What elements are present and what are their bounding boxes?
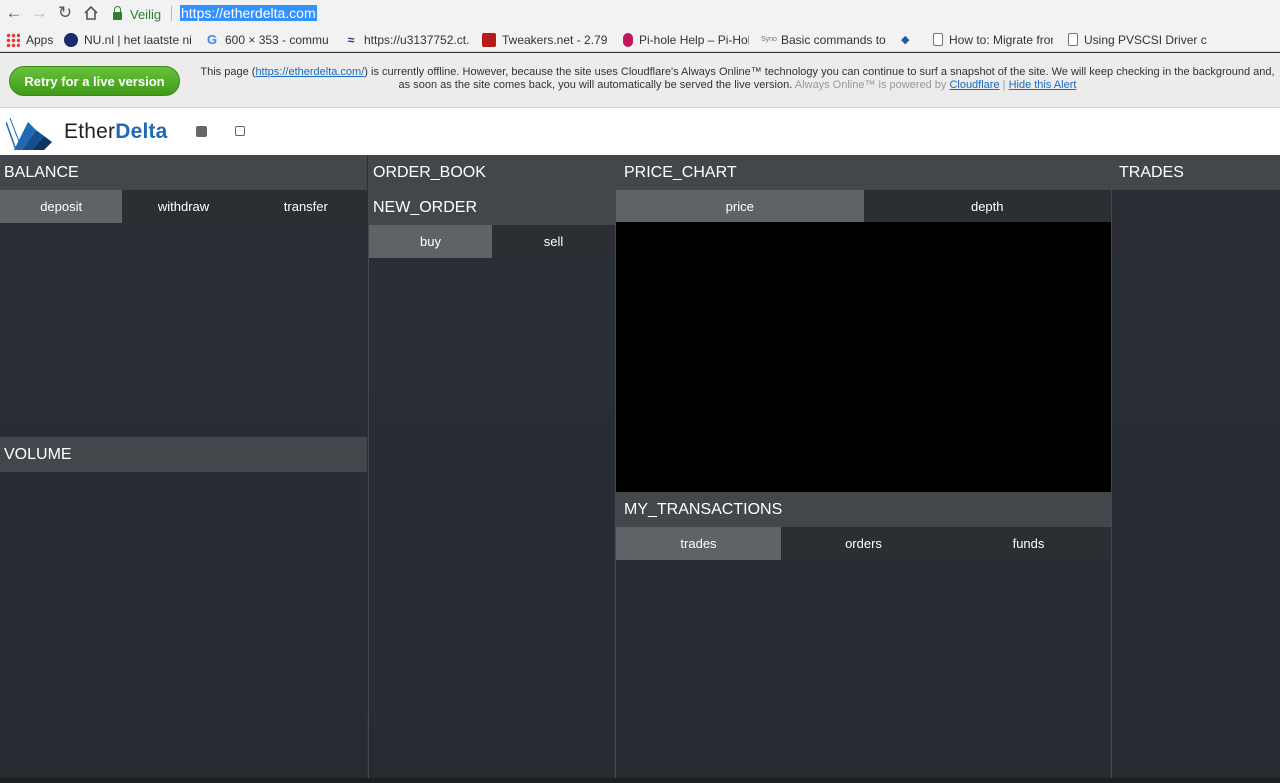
tab-trades[interactable]: trades bbox=[616, 527, 781, 560]
diamond-icon: ◆ bbox=[901, 33, 910, 46]
site-icon: ≈ bbox=[347, 32, 355, 47]
etherdelta-wordmark[interactable]: EtherDelta bbox=[64, 120, 168, 144]
order-column: ORDER_BOOK NEW_ORDER buy sell bbox=[368, 155, 615, 783]
tab-depth[interactable]: depth bbox=[863, 190, 1111, 223]
order-book-title: ORDER_BOOK bbox=[369, 155, 615, 190]
balance-title: BALANCE bbox=[0, 155, 367, 190]
page-icon bbox=[1068, 33, 1078, 46]
cloudflare-link[interactable]: Cloudflare bbox=[949, 79, 999, 91]
address-separator bbox=[171, 6, 172, 21]
google-icon: G bbox=[206, 31, 218, 47]
my-transactions-title: MY_TRANSACTIONS bbox=[616, 492, 1111, 527]
filled-square-icon[interactable] bbox=[196, 126, 207, 137]
banner-message: This page (https://etherdelta.com/) is c… bbox=[200, 66, 1275, 91]
bookmark-basic-commands[interactable]: Syno Basic commands to g bbox=[761, 31, 889, 48]
main-panels: BALANCE deposit withdraw transfer VOLUME… bbox=[0, 155, 1280, 783]
chart-column: PRICE_CHART price depth MY_TRANSACTIONS … bbox=[615, 155, 1111, 783]
bookmark-pihole[interactable]: Pi-hole Help – Pi-Hol bbox=[623, 31, 749, 48]
bottom-strip bbox=[0, 778, 1280, 783]
tweakers-icon bbox=[482, 32, 496, 47]
page-icon bbox=[933, 33, 943, 46]
secure-label: Veilig bbox=[130, 6, 162, 22]
balance-tabs: deposit withdraw transfer bbox=[0, 190, 367, 223]
tab-deposit[interactable]: deposit bbox=[0, 190, 123, 223]
price-chart-title: PRICE_CHART bbox=[616, 155, 1111, 190]
nu-logo-icon bbox=[64, 32, 78, 47]
raspberry-icon bbox=[623, 32, 633, 47]
empty-square-icon[interactable] bbox=[235, 126, 245, 136]
trades-column: TRADES bbox=[1111, 155, 1280, 783]
reload-icon[interactable]: ↻ bbox=[55, 3, 75, 23]
tab-withdraw[interactable]: withdraw bbox=[122, 190, 245, 223]
tab-transfer[interactable]: transfer bbox=[244, 190, 367, 223]
bookmark-migrate[interactable]: ◆ How to: Migrate from bbox=[901, 31, 1053, 48]
home-icon[interactable] bbox=[81, 3, 101, 23]
my-transactions-tabs: trades orders funds bbox=[616, 527, 1111, 560]
app-header: EtherDelta bbox=[0, 108, 1280, 155]
bookmark-tweakers[interactable]: Tweakers.net - 2.792 bbox=[482, 31, 607, 48]
bookmark-apps[interactable]: Apps bbox=[6, 31, 58, 48]
price-chart-canvas[interactable] bbox=[616, 222, 1111, 492]
new-order-title: NEW_ORDER bbox=[369, 190, 615, 225]
price-chart-tabs: price depth bbox=[616, 190, 1111, 223]
security-indicator[interactable]: Veilig bbox=[113, 5, 161, 23]
tab-sell[interactable]: sell bbox=[492, 225, 615, 258]
retry-live-version-button[interactable]: Retry for a live version bbox=[9, 66, 180, 96]
apps-grid-icon bbox=[6, 32, 20, 47]
bookmark-u3137752[interactable]: ≈ https://u3137752.ct.s bbox=[344, 31, 470, 48]
balance-volume-column: BALANCE deposit withdraw transfer VOLUME bbox=[0, 155, 367, 783]
bookmark-pvscsi[interactable]: Using PVSCSI Driver c bbox=[1068, 31, 1208, 48]
new-order-tabs: buy sell bbox=[369, 225, 615, 258]
browser-address-bar: ← → ↻ Veilig https://etherdelta.com bbox=[0, 0, 1280, 27]
synology-icon: Syno bbox=[761, 35, 777, 43]
tab-orders[interactable]: orders bbox=[781, 527, 946, 560]
tab-funds[interactable]: funds bbox=[946, 527, 1111, 560]
bookmarks-bar: Apps NU.nl | het laatste nie G 600 × 353… bbox=[0, 27, 1280, 52]
tab-price[interactable]: price bbox=[616, 190, 864, 223]
forward-arrow-icon[interactable]: → bbox=[29, 3, 49, 23]
etherdelta-logo-icon[interactable] bbox=[6, 114, 54, 152]
lock-icon bbox=[113, 5, 122, 20]
volume-title: VOLUME bbox=[0, 437, 367, 472]
always-online-banner: Retry for a live version This page (http… bbox=[0, 53, 1280, 108]
trades-title: TRADES bbox=[1112, 155, 1280, 190]
hide-alert-link[interactable]: Hide this Alert bbox=[1009, 79, 1077, 91]
bookmark-nu[interactable]: NU.nl | het laatste nie bbox=[64, 31, 192, 48]
back-arrow-icon[interactable]: ← bbox=[4, 3, 24, 23]
url-field[interactable]: https://etherdelta.com bbox=[180, 5, 317, 21]
bookmark-google[interactable]: G 600 × 353 - commun bbox=[205, 31, 329, 48]
site-link[interactable]: https://etherdelta.com/ bbox=[255, 66, 364, 78]
tab-buy[interactable]: buy bbox=[369, 225, 492, 258]
